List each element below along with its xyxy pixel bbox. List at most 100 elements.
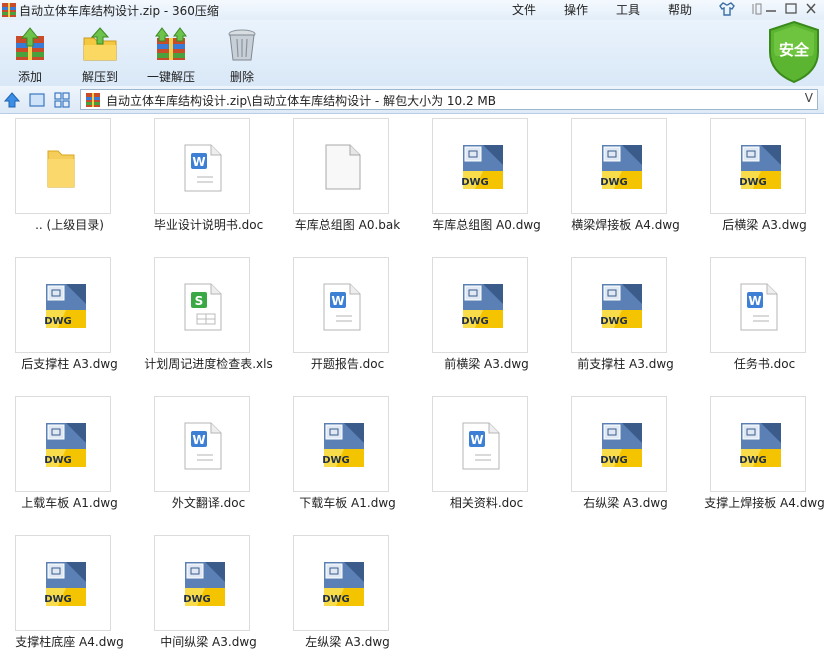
dwg-file-icon: TM DWG: [571, 118, 667, 214]
svg-text:DWG: DWG: [739, 455, 767, 466]
svg-text:TM: TM: [490, 148, 500, 155]
one-click-extract-button[interactable]: 一键解压: [147, 26, 195, 85]
svg-text:TM: TM: [768, 426, 778, 433]
dwg-file-icon: TM DWG: [293, 535, 389, 631]
spreadsheet-icon: S: [154, 257, 250, 353]
svg-text:S: S: [195, 294, 204, 308]
file-item[interactable]: TM DWG 后支撑柱 A3.dwg: [0, 254, 139, 386]
word-doc-icon: W: [432, 396, 528, 492]
dwg-file-icon: TM DWG: [710, 396, 806, 492]
feedback-menu-icon[interactable]: [744, 1, 762, 17]
dwg-file-icon: TM DWG: [432, 257, 528, 353]
menu-file[interactable]: 文件: [512, 1, 536, 18]
extract-to-label: 解压到: [81, 70, 118, 84]
svg-text:W: W: [331, 294, 344, 308]
svg-text:DWG: DWG: [600, 177, 628, 188]
dwg-file-icon: TM DWG: [293, 396, 389, 492]
one-click-extract-label: 一键解压: [147, 70, 196, 84]
list-view-icon[interactable]: [53, 91, 71, 109]
svg-text:TM: TM: [351, 565, 361, 572]
word-doc-icon: W: [710, 257, 806, 353]
file-item[interactable]: TM DWG 车库总组图 A0.dwg: [417, 115, 556, 247]
file-item[interactable]: W 任务书.doc: [695, 254, 824, 386]
minimize-icon[interactable]: [762, 1, 780, 17]
zip-file-icon: [86, 93, 100, 107]
file-item[interactable]: 车库总组图 A0.bak: [278, 115, 417, 247]
address-path-field[interactable]: 自动立体车库结构设计.zip\自动立体车库结构设计 - 解包大小为 10.2 M…: [80, 89, 818, 110]
word-doc-icon: W: [154, 118, 250, 214]
file-item[interactable]: TM DWG 中间纵梁 A3.dwg: [139, 532, 278, 658]
file-name: 车库总组图 A0.dwg: [432, 218, 541, 232]
delete-button[interactable]: 删除: [222, 26, 262, 85]
svg-text:DWG: DWG: [600, 455, 628, 466]
svg-text:TM: TM: [351, 426, 361, 433]
file-item[interactable]: TM DWG 右纵梁 A3.dwg: [556, 393, 695, 525]
svg-text:DWG: DWG: [44, 455, 72, 466]
large-icon-view-icon[interactable]: [28, 91, 46, 109]
dwg-file-icon: TM DWG: [571, 396, 667, 492]
delete-icon: [228, 29, 256, 61]
file-name: 外文翻译.doc: [171, 496, 246, 510]
file-item[interactable]: TM DWG 上载车板 A1.dwg: [0, 393, 139, 525]
file-name: 相关资料.doc: [449, 496, 524, 510]
menu-help[interactable]: 帮助: [668, 1, 692, 18]
file-name: 任务书.doc: [733, 357, 796, 371]
file-grid: .. (上级目录) W 毕业设计说明书.doc 车库总组图 A0.bak TM …: [0, 115, 824, 658]
menu-tools[interactable]: 工具: [616, 1, 640, 18]
dwg-file-icon: TM DWG: [15, 535, 111, 631]
folder-icon: [15, 118, 111, 214]
file-item[interactable]: TM DWG 支撑柱底座 A4.dwg: [0, 532, 139, 658]
app-window: 自动立体车库结构设计.zip - 360压缩 文件 操作 工具 帮助 添加 解压…: [0, 0, 824, 658]
svg-text:TM: TM: [629, 287, 639, 294]
file-name: 下载车板 A1.dwg: [299, 496, 396, 510]
file-item[interactable]: TM DWG 后横梁 A3.dwg: [695, 115, 824, 247]
file-item[interactable]: S 计划周记进度检查表.xls: [139, 254, 278, 386]
file-item[interactable]: W 毕业设计说明书.doc: [139, 115, 278, 247]
maximize-icon[interactable]: [782, 1, 800, 17]
security-shield-button[interactable]: 安全: [766, 20, 822, 84]
file-name: 前支撑柱 A3.dwg: [577, 357, 674, 371]
close-icon[interactable]: [802, 1, 820, 17]
svg-text:TM: TM: [768, 148, 778, 155]
add-button[interactable]: 添加: [10, 26, 50, 85]
file-name: 车库总组图 A0.bak: [294, 218, 401, 232]
file-name: 计划周记进度检查表.xls: [144, 357, 273, 371]
svg-text:W: W: [748, 294, 761, 308]
security-label: 安全: [778, 41, 809, 59]
extract-to-button[interactable]: 解压到: [80, 26, 120, 85]
add-button-label: 添加: [17, 70, 42, 84]
file-item[interactable]: W 开题报告.doc: [278, 254, 417, 386]
svg-text:DWG: DWG: [322, 594, 350, 605]
file-item[interactable]: W 外文翻译.doc: [139, 393, 278, 525]
svg-text:W: W: [192, 155, 205, 169]
file-item[interactable]: W 相关资料.doc: [417, 393, 556, 525]
file-item[interactable]: TM DWG 横梁焊接板 A4.dwg: [556, 115, 695, 247]
file-item[interactable]: TM DWG 支撑上焊接板 A4.dwg: [695, 393, 824, 525]
one-click-extract-icon: [155, 27, 187, 60]
file-name: 支撑上焊接板 A4.dwg: [704, 496, 824, 510]
delete-label: 删除: [229, 70, 254, 84]
file-item[interactable]: TM DWG 前支撑柱 A3.dwg: [556, 254, 695, 386]
file-item[interactable]: TM DWG 前横梁 A3.dwg: [417, 254, 556, 386]
svg-text:TM: TM: [212, 565, 222, 572]
up-arrow-icon[interactable]: [3, 91, 21, 109]
address-dropdown[interactable]: V: [805, 91, 813, 105]
svg-text:DWG: DWG: [322, 455, 350, 466]
dwg-file-icon: TM DWG: [15, 257, 111, 353]
file-item[interactable]: .. (上级目录): [0, 115, 139, 247]
svg-text:DWG: DWG: [44, 316, 72, 327]
dwg-file-icon: TM DWG: [15, 396, 111, 492]
skin-shirt-icon[interactable]: [718, 1, 736, 17]
file-item[interactable]: TM DWG 左纵梁 A3.dwg: [278, 532, 417, 658]
svg-text:TM: TM: [629, 426, 639, 433]
file-name: 开题报告.doc: [310, 357, 385, 371]
blank-file-icon: [293, 118, 389, 214]
toolbar: 添加 解压到 一键解压 删除 安全: [0, 20, 824, 86]
svg-text:DWG: DWG: [44, 594, 72, 605]
file-name: 后横梁 A3.dwg: [722, 218, 807, 232]
dwg-file-icon: TM DWG: [432, 118, 528, 214]
menu-operate[interactable]: 操作: [564, 1, 588, 18]
file-item[interactable]: TM DWG 下载车板 A1.dwg: [278, 393, 417, 525]
svg-text:TM: TM: [73, 565, 83, 572]
svg-text:DWG: DWG: [600, 316, 628, 327]
